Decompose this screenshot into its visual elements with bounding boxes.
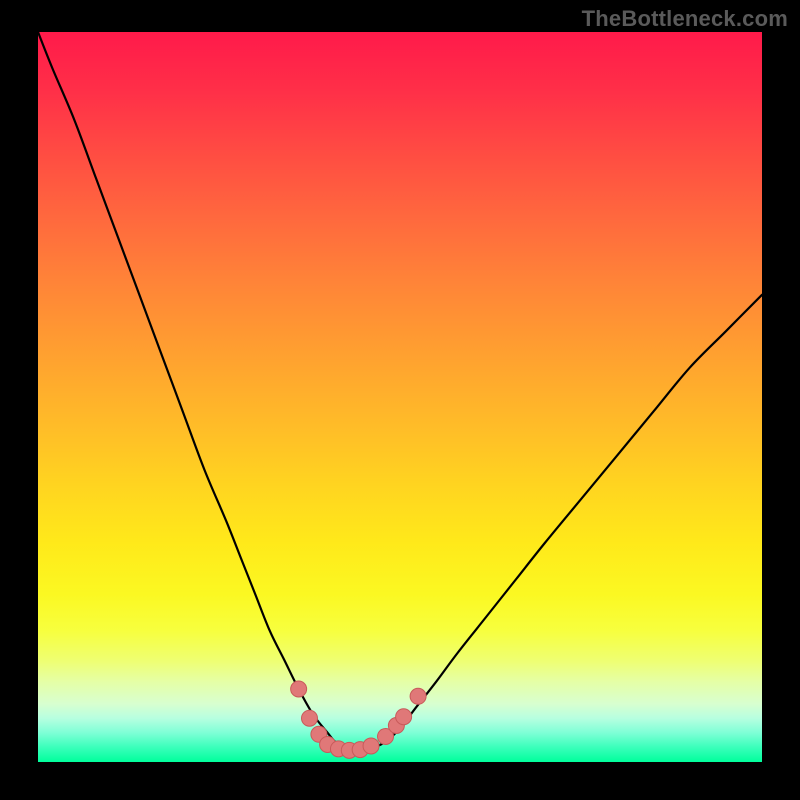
watermark-text: TheBottleneck.com <box>582 6 788 32</box>
data-marker <box>396 709 412 725</box>
data-marker <box>302 710 318 726</box>
data-marker <box>291 681 307 697</box>
chart-frame <box>38 32 762 762</box>
curve-markers <box>291 681 426 758</box>
data-marker <box>363 738 379 754</box>
data-marker <box>410 688 426 704</box>
curve-path <box>38 32 762 751</box>
bottleneck-curve <box>38 32 762 762</box>
